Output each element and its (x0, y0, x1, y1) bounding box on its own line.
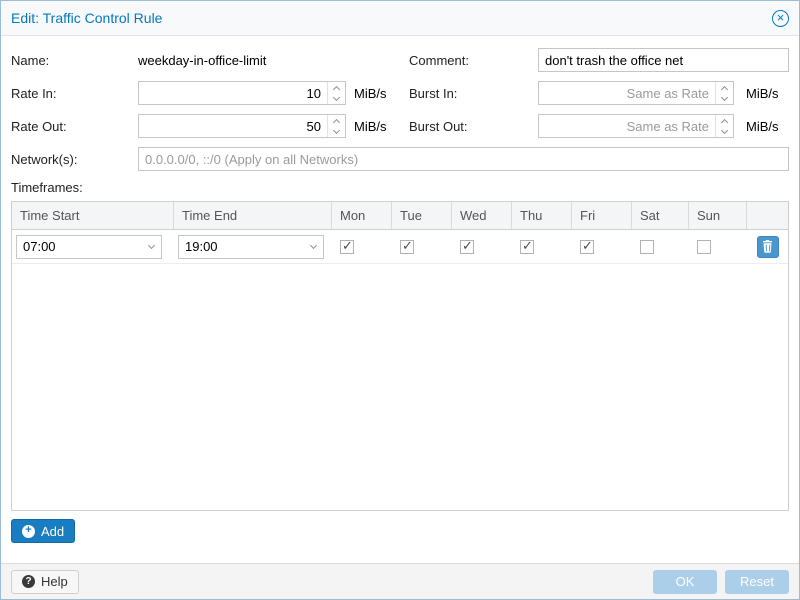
checkbox-mon[interactable] (340, 240, 354, 254)
table-empty-area (12, 264, 788, 510)
close-icon[interactable] (772, 10, 789, 27)
checkbox-sat[interactable] (640, 240, 654, 254)
rate-out-field (138, 114, 346, 138)
col-time-end[interactable]: Time End (174, 202, 332, 229)
burst-out-label: Burst Out: (409, 119, 538, 134)
rate-out-input[interactable] (139, 115, 327, 137)
burst-in-unit: MiB/s (746, 86, 779, 101)
spinner-up-icon[interactable] (716, 115, 733, 126)
rate-in-spinner (327, 82, 345, 104)
window-header: Edit: Traffic Control Rule (1, 1, 799, 36)
col-sun[interactable]: Sun (689, 202, 747, 229)
sat-cell (632, 230, 689, 263)
comment-label: Comment: (409, 53, 538, 68)
networks-label: Network(s): (11, 152, 138, 167)
burst-in-field (538, 81, 734, 105)
networks-input[interactable] (138, 147, 789, 171)
burst-in-label: Burst In: (409, 86, 538, 101)
burst-out-input[interactable] (539, 115, 715, 137)
dialog-footer: Help OK Reset (1, 563, 799, 599)
ok-button[interactable]: OK (653, 570, 717, 594)
tue-cell (392, 230, 452, 263)
rate-in-field (138, 81, 346, 105)
time-start-cell (12, 230, 174, 263)
form-row-rate-in: Rate In: MiB/s Burst In: (11, 81, 789, 105)
window-title: Edit: Traffic Control Rule (11, 10, 162, 26)
dialog-body: Name: weekday-in-office-limit Comment: R… (1, 36, 799, 563)
help-icon (22, 575, 35, 588)
form-row-networks: Network(s): (11, 147, 789, 171)
col-mon[interactable]: Mon (332, 202, 392, 229)
edit-traffic-control-rule-dialog: Edit: Traffic Control Rule Name: weekday… (0, 0, 800, 600)
reset-button[interactable]: Reset (725, 570, 789, 594)
rate-in-input[interactable] (139, 82, 327, 104)
add-button-label: Add (41, 524, 64, 539)
time-end-input[interactable] (179, 236, 303, 258)
burst-out-unit: MiB/s (746, 119, 779, 134)
chevron-down-icon[interactable] (141, 236, 161, 258)
fri-cell (572, 230, 632, 263)
delete-row-button[interactable] (757, 236, 779, 258)
form-row-name-comment: Name: weekday-in-office-limit Comment: (11, 48, 789, 72)
col-wed[interactable]: Wed (452, 202, 512, 229)
timeframes-table: Time Start Time End Mon Tue Wed Thu Fri … (11, 201, 789, 511)
rate-out-unit: MiB/s (354, 119, 387, 134)
checkbox-tue[interactable] (400, 240, 414, 254)
table-header: Time Start Time End Mon Tue Wed Thu Fri … (12, 202, 788, 230)
rate-in-label: Rate In: (11, 86, 138, 101)
col-tue[interactable]: Tue (392, 202, 452, 229)
sun-cell (689, 230, 747, 263)
add-button[interactable]: Add (11, 519, 75, 543)
checkbox-thu[interactable] (520, 240, 534, 254)
thu-cell (512, 230, 572, 263)
chevron-down-icon[interactable] (303, 236, 323, 258)
col-thu[interactable]: Thu (512, 202, 572, 229)
burst-in-spinner (715, 82, 733, 104)
actions-cell (747, 230, 788, 263)
rate-out-label: Rate Out: (11, 119, 138, 134)
burst-out-spinner (715, 115, 733, 137)
spinner-down-icon[interactable] (328, 126, 345, 137)
timeframes-label: Timeframes: (11, 180, 789, 195)
col-fri[interactable]: Fri (572, 202, 632, 229)
rate-in-unit: MiB/s (354, 86, 387, 101)
burst-out-field (538, 114, 734, 138)
time-start-input[interactable] (17, 236, 141, 258)
spinner-down-icon[interactable] (328, 93, 345, 104)
checkbox-fri[interactable] (580, 240, 594, 254)
burst-in-input[interactable] (539, 82, 715, 104)
time-start-combo (16, 235, 162, 259)
spinner-down-icon[interactable] (716, 126, 733, 137)
spinner-up-icon[interactable] (328, 115, 345, 126)
time-end-combo (178, 235, 324, 259)
spinner-down-icon[interactable] (716, 93, 733, 104)
checkbox-wed[interactable] (460, 240, 474, 254)
mon-cell (332, 230, 392, 263)
help-button-label: Help (41, 574, 68, 589)
col-time-start[interactable]: Time Start (12, 202, 174, 229)
col-actions (747, 202, 788, 229)
timeframe-row[interactable] (12, 230, 788, 264)
checkbox-sun[interactable] (697, 240, 711, 254)
help-button[interactable]: Help (11, 570, 79, 594)
plus-circle-icon (22, 525, 35, 538)
name-value: weekday-in-office-limit (138, 53, 266, 68)
rate-out-spinner (327, 115, 345, 137)
col-sat[interactable]: Sat (632, 202, 689, 229)
time-end-cell (174, 230, 332, 263)
name-label: Name: (11, 53, 138, 68)
wed-cell (452, 230, 512, 263)
spinner-up-icon[interactable] (716, 82, 733, 93)
form-row-rate-out: Rate Out: MiB/s Burst Out: (11, 114, 789, 138)
trash-icon (762, 240, 773, 253)
comment-input[interactable] (538, 48, 789, 72)
spinner-up-icon[interactable] (328, 82, 345, 93)
